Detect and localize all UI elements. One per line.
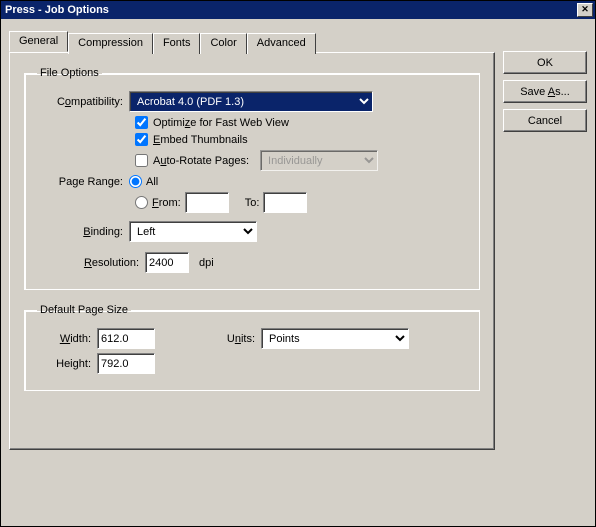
binding-select[interactable]: Left: [129, 221, 257, 242]
optimize-checkbox[interactable]: [135, 116, 148, 129]
embed-thumbnails-label: Embed Thumbnails: [153, 134, 248, 146]
tab-compression[interactable]: Compression: [68, 33, 153, 54]
tab-color[interactable]: Color: [200, 33, 246, 54]
autorotate-label: Auto-Rotate Pages:: [153, 155, 249, 167]
height-label: Height:: [37, 358, 97, 370]
tab-panel-general: File Options Compatibility: Acrobat 4.0 …: [9, 52, 495, 450]
main-column: General Compression Fonts Color Advanced…: [9, 31, 495, 450]
content-area: General Compression Fonts Color Advanced…: [1, 19, 595, 458]
compatibility-label: Compatibility:: [37, 96, 129, 108]
titlebar: Press - Job Options ✕: [1, 1, 595, 19]
tab-general[interactable]: General: [9, 31, 68, 52]
window-title: Press - Job Options: [5, 4, 109, 16]
units-label: Units:: [185, 333, 255, 345]
resolution-input[interactable]: [145, 252, 189, 273]
page-range-all-label: All: [146, 176, 158, 188]
legend-file-options: File Options: [37, 67, 102, 79]
to-input[interactable]: [263, 192, 307, 213]
page-range-from-radio[interactable]: [135, 196, 148, 209]
width-input[interactable]: [97, 328, 155, 349]
page-range-all-radio[interactable]: [129, 175, 142, 188]
width-label: Width:: [37, 333, 97, 345]
fieldset-file-options: File Options Compatibility: Acrobat 4.0 …: [24, 67, 480, 290]
autorotate-select[interactable]: Individually: [260, 150, 378, 171]
from-input[interactable]: [185, 192, 229, 213]
compatibility-select[interactable]: Acrobat 4.0 (PDF 1.3): [129, 91, 373, 112]
dialog-window: Press - Job Options ✕ General Compressio…: [0, 0, 596, 527]
ok-button[interactable]: OK: [503, 51, 587, 74]
from-label: From:: [152, 197, 181, 209]
page-range-label: Page Range:: [37, 176, 129, 188]
cancel-button[interactable]: Cancel: [503, 109, 587, 132]
embed-thumbnails-checkbox[interactable]: [135, 133, 148, 146]
legend-default-page-size: Default Page Size: [37, 304, 131, 316]
resolution-label: Resolution:: [37, 257, 145, 269]
to-label: To:: [245, 197, 260, 209]
close-button[interactable]: ✕: [577, 3, 593, 17]
button-column: OK Save As... Cancel: [503, 31, 587, 450]
height-input[interactable]: [97, 353, 155, 374]
tab-advanced[interactable]: Advanced: [247, 33, 316, 54]
tab-strip: General Compression Fonts Color Advanced: [9, 31, 495, 52]
autorotate-checkbox[interactable]: [135, 154, 148, 167]
save-as-button[interactable]: Save As...: [503, 80, 587, 103]
fieldset-default-page-size: Default Page Size Width: Units: Points: [24, 304, 480, 391]
optimize-label: Optimize for Fast Web View: [153, 117, 289, 129]
resolution-unit: dpi: [199, 257, 214, 269]
binding-label: Binding:: [37, 226, 129, 238]
tab-fonts[interactable]: Fonts: [153, 33, 201, 54]
units-select[interactable]: Points: [261, 328, 409, 349]
